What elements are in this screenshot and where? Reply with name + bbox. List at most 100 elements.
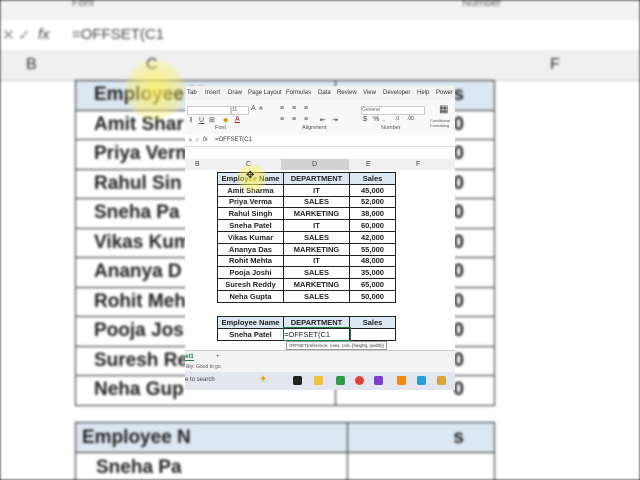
align-middle-icon[interactable]: ≡ [292,105,296,112]
align-center-icon[interactable]: ≡ [292,116,296,123]
align-bottom-icon[interactable]: ≡ [304,105,308,112]
column-header-b[interactable]: B [195,161,200,168]
cell-department[interactable]: MARKETING [283,242,350,256]
bg-column-headers: B C F [0,50,640,81]
column-header-f[interactable]: F [416,161,420,168]
function-tooltip: OFFSET(reference, rows, cols, [height], … [286,341,388,350]
bold-icon[interactable]: I [190,117,192,124]
column-header-d[interactable]: D [312,161,317,168]
cell-sales[interactable]: 35,000 [349,266,396,280]
cell-name[interactable]: Pooja Joshi [217,266,284,280]
comma-icon[interactable]: , [383,116,385,123]
bg-cell [347,452,495,480]
tab-page-layout[interactable]: Page Layout [248,90,282,96]
formula-input[interactable]: =OFFSET(C1 [215,137,252,143]
shrink-font-icon[interactable]: A [259,106,263,112]
cell-sales[interactable]: 52,000 [349,195,396,209]
sheet-tab[interactable]: et1 [185,354,194,361]
active-formula-cell[interactable]: =OFFSET(C1 [282,327,351,342]
tab-formulas[interactable]: Formulas [286,90,311,96]
font-color-icon[interactable]: A [235,116,240,123]
cell-name[interactable]: Rahul Singh [217,207,284,221]
fill-color-icon[interactable]: ◆ [223,116,228,124]
tab-developer[interactable]: Developer [383,90,410,96]
align-right-icon[interactable]: ≡ [304,116,308,123]
number-format-select[interactable]: General [361,106,425,115]
tab-data[interactable]: Data [318,90,331,96]
cell-sales[interactable]: 38,000 [349,207,396,221]
tab-power[interactable]: Power [436,90,453,96]
cancel-icon[interactable]: ✕ [188,137,193,144]
column-header-e[interactable]: E [366,161,371,168]
cell-department[interactable]: SALES [283,266,350,280]
underline-icon[interactable]: U [199,117,204,124]
cell-name[interactable]: Neha Gupta [217,289,284,303]
cell-sales[interactable]: 48,000 [349,254,396,268]
fx-icon[interactable]: fx [203,137,208,143]
cell-sales[interactable]: 55,000 [349,242,396,256]
cell-name[interactable]: Ananya Das [217,242,284,256]
grow-font-icon[interactable]: A [251,105,256,112]
indent-icon[interactable]: ⇤ [320,116,326,124]
vlc-icon[interactable] [397,376,406,385]
file-explorer-icon[interactable] [314,376,323,385]
merge-icon[interactable]: ⇥ [332,116,338,124]
number-format-value: General [362,107,380,113]
cell-sales[interactable]: 45,000 [349,183,396,197]
taskbar-search[interactable]: e to search [185,377,215,383]
lookup-header-department[interactable]: DEPARTMENT [283,316,350,329]
app-icon[interactable] [374,376,383,385]
store-icon[interactable] [417,376,426,385]
tab-draw[interactable]: Draw [228,90,242,96]
conditional-formatting-icon[interactable]: ▦ [439,104,448,115]
chrome-icon[interactable] [355,376,364,385]
cell-department[interactable]: MARKETING [283,278,350,291]
task-view-icon[interactable] [293,376,302,385]
tab-view[interactable]: View [363,90,376,96]
cell-sales[interactable]: 50,000 [349,289,396,303]
cell-department[interactable]: IT [283,219,350,232]
currency-icon[interactable]: $ [363,116,367,123]
conditional-formatting-label[interactable]: Conditional Formatting [430,118,454,128]
cell-name[interactable]: Suresh Reddy [217,278,284,291]
tab-help[interactable]: Help [417,90,429,96]
cell-department[interactable]: IT [283,254,350,268]
cell-sales[interactable]: 65,000 [349,278,396,291]
borders-icon[interactable]: ⊞ [209,116,215,124]
increase-decimal-icon[interactable]: .0 [395,116,399,122]
cell-sales[interactable]: 60,000 [349,219,396,232]
tab-insert[interactable]: Insert [205,90,220,96]
cell-department[interactable]: SALES [283,195,350,209]
cell-name[interactable]: Sneha Patel [217,219,284,232]
cell-sales[interactable]: 42,000 [349,230,396,244]
lookup-name-cell[interactable]: Sneha Patel [217,327,284,341]
bg-col-f: F [550,56,560,73]
copilot-sparkle-icon[interactable]: ✦ [259,374,267,385]
cell-name[interactable]: Priya Verma [217,195,284,209]
add-sheet-button[interactable]: + [216,354,220,360]
enter-icon[interactable]: ✓ [195,137,200,144]
cell-department[interactable]: IT [283,183,350,197]
tab-review[interactable]: Review [337,90,357,96]
percent-icon[interactable]: % [373,116,379,123]
tab-home[interactable]: Tab [187,90,197,96]
font-name-select[interactable] [187,106,231,115]
decrease-decimal-icon[interactable]: .00 [407,116,414,122]
font-size-select[interactable]: 11 [231,106,249,115]
lookup-sales-cell[interactable] [349,327,396,341]
accessibility-status[interactable]: ility: Good to go [186,364,221,370]
excel-icon[interactable] [336,376,345,385]
bg-cell: s [347,422,495,453]
cell-name[interactable]: Rohit Mehta [217,254,284,268]
lookup-header-employee-name[interactable]: Employee Name [217,316,284,329]
misc-app-icon[interactable] [437,376,446,385]
align-left-icon[interactable]: ≡ [280,116,284,123]
cell-department[interactable]: MARKETING [283,207,350,221]
cell-name[interactable]: Vikas Kumar [217,230,284,244]
header-sales[interactable]: Sales [349,172,396,185]
lookup-header-sales[interactable]: Sales [349,316,396,329]
cell-department[interactable]: SALES [283,230,350,244]
header-department[interactable]: DEPARTMENT [283,172,350,185]
align-top-icon[interactable]: ≡ [280,105,284,112]
cell-department[interactable]: SALES [283,289,350,303]
